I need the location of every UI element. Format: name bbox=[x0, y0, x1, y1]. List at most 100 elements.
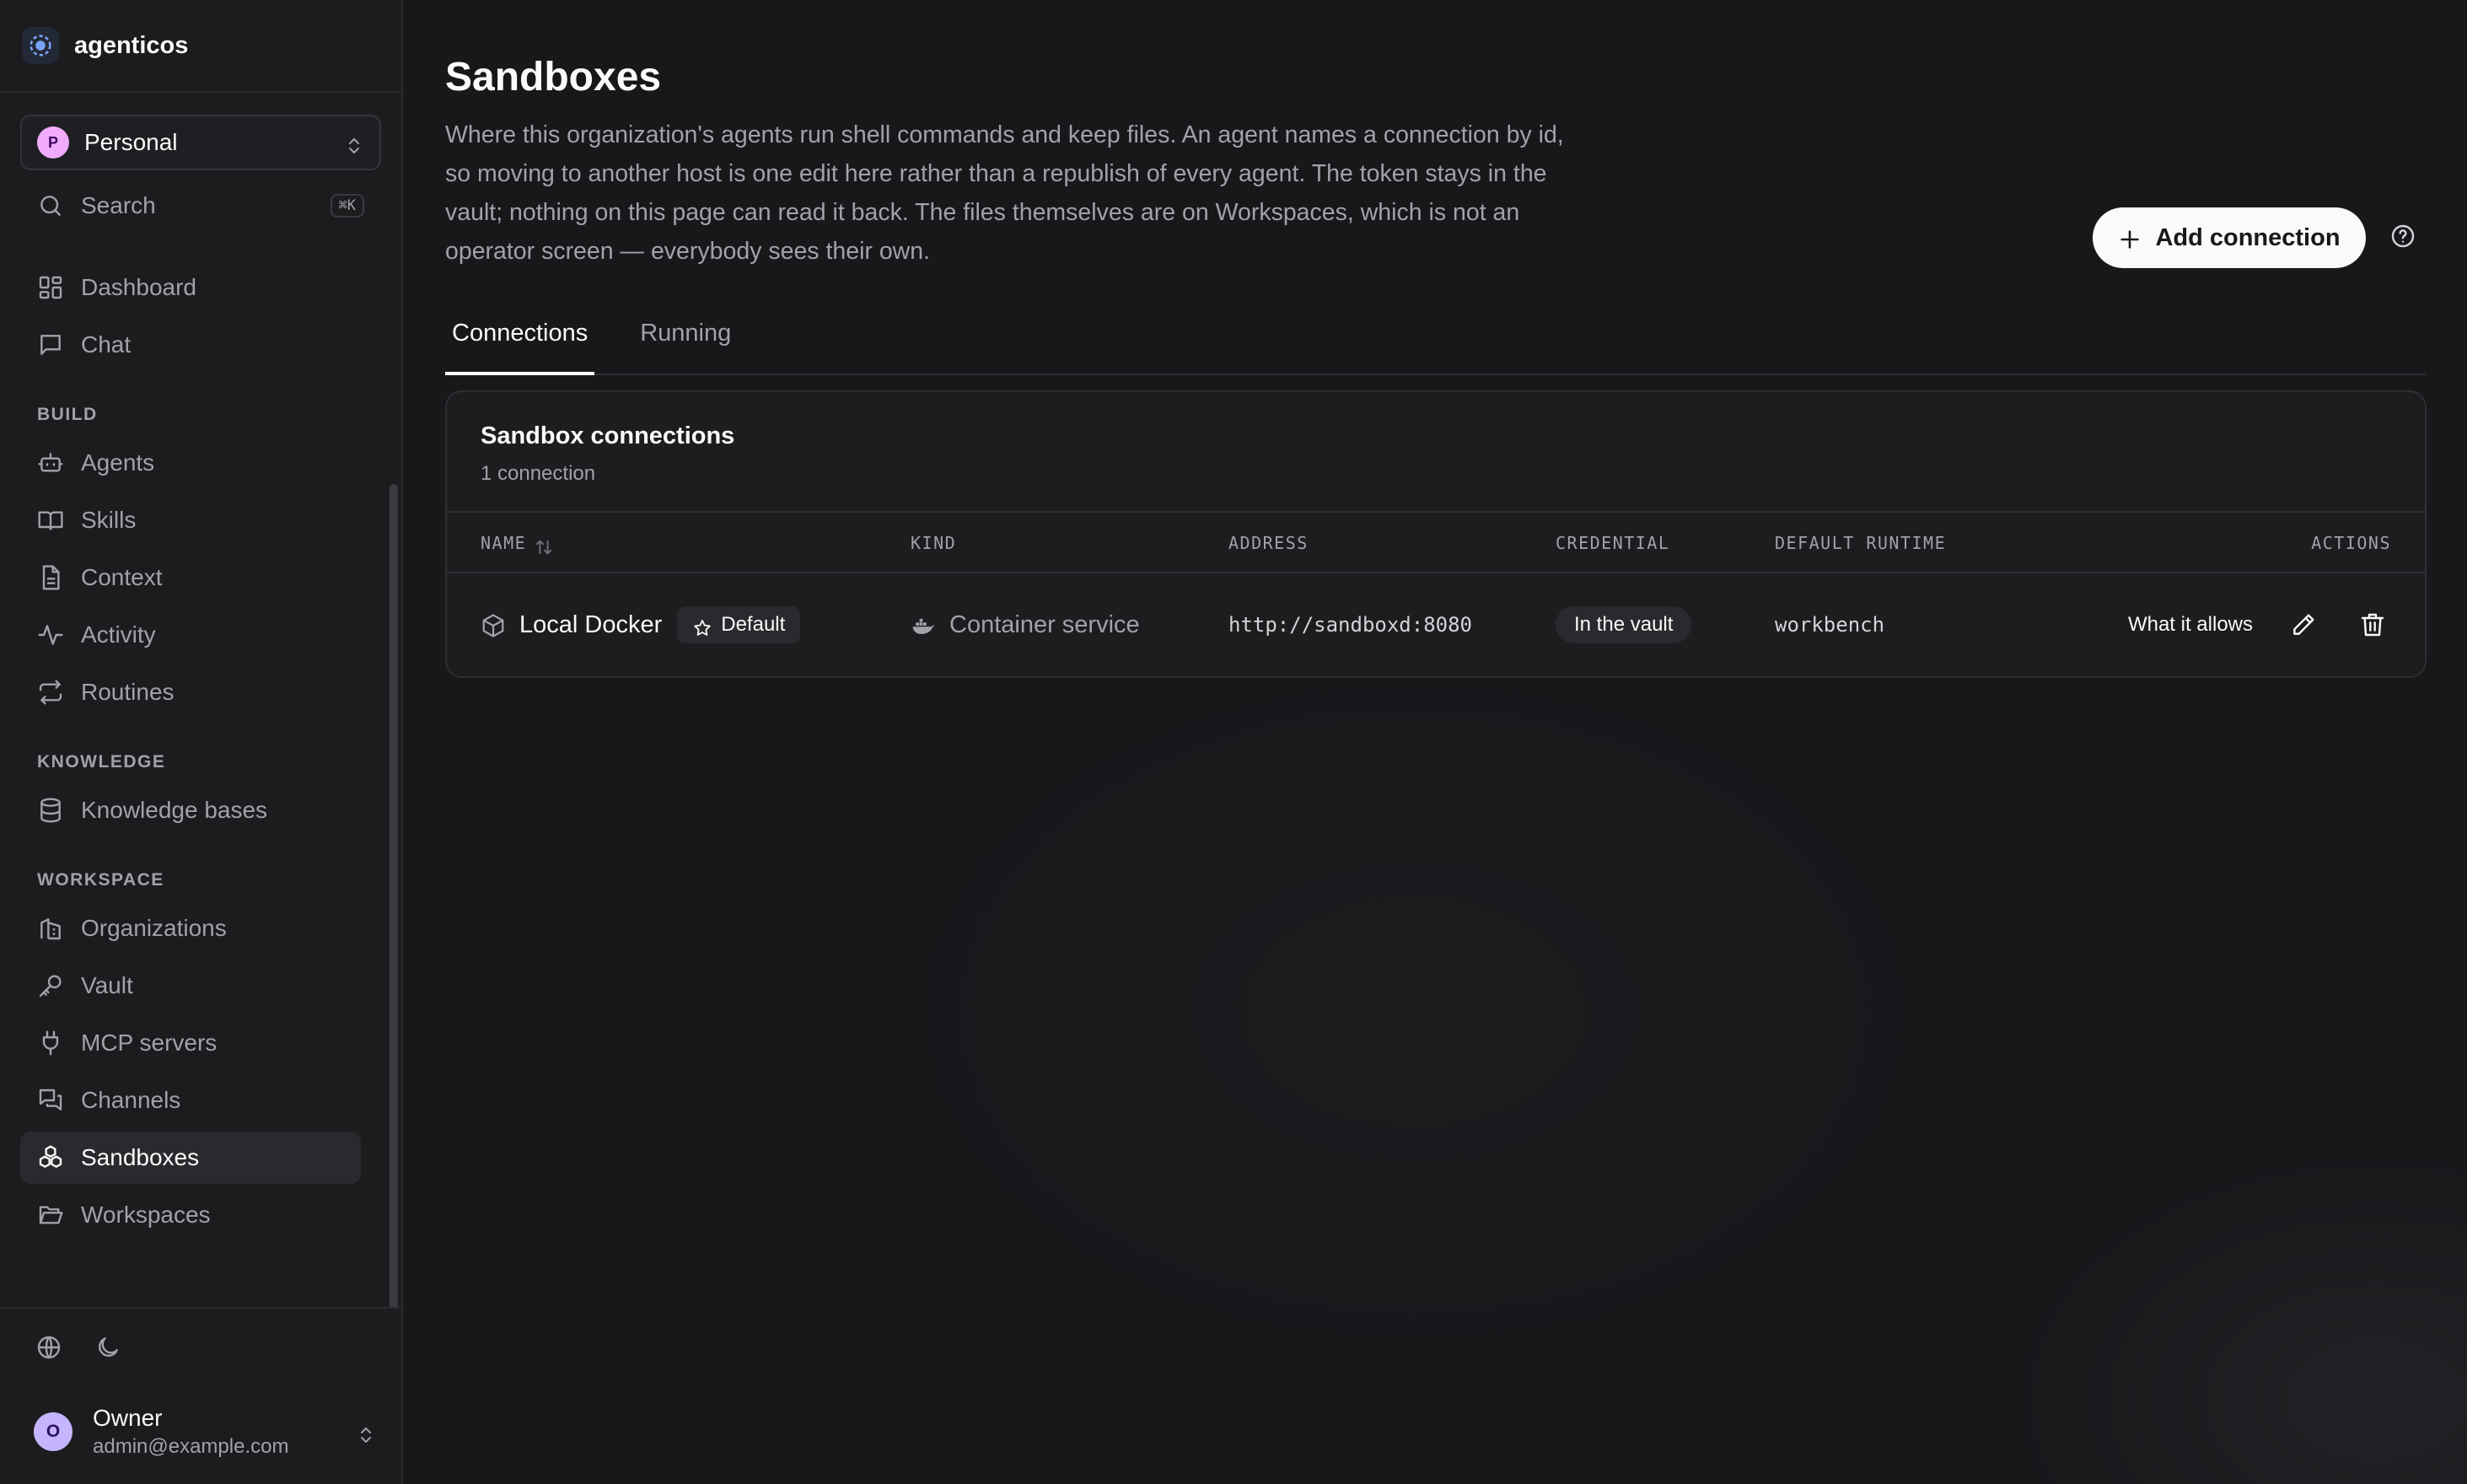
sidebar-item-label: MCP servers bbox=[81, 1030, 218, 1056]
brand-name: agenticos bbox=[74, 31, 189, 59]
sidebar: agenticos P Personal Search ⌘K Dashboard bbox=[0, 0, 403, 1484]
sidebar-item-activity[interactable]: Activity bbox=[20, 609, 361, 661]
edit-button[interactable] bbox=[2285, 606, 2322, 643]
document-icon bbox=[37, 564, 64, 591]
moon-icon[interactable] bbox=[94, 1334, 121, 1361]
column-header-label: NAME bbox=[481, 533, 527, 553]
repeat-icon bbox=[37, 679, 64, 706]
add-connection-label: Add connection bbox=[2155, 223, 2341, 251]
sidebar-item-workspaces[interactable]: Workspaces bbox=[20, 1189, 361, 1241]
sidebar-item-label: Skills bbox=[81, 507, 137, 533]
sidebar-item-label: Organizations bbox=[81, 915, 227, 941]
folder-open-icon bbox=[37, 1202, 64, 1229]
sidebar-item-routines[interactable]: Routines bbox=[20, 666, 361, 718]
connection-name[interactable]: Local Docker bbox=[519, 611, 662, 639]
trash-icon bbox=[2359, 611, 2386, 638]
search-label: Search bbox=[81, 192, 156, 218]
table-row: Local Docker Default Container service h… bbox=[447, 573, 2425, 676]
user-menu[interactable]: O Owner admin@example.com bbox=[34, 1405, 376, 1459]
sidebar-item-mcp-servers[interactable]: MCP servers bbox=[20, 1017, 361, 1069]
column-header-credential: CREDENTIAL bbox=[1556, 533, 1670, 553]
docker-whale-icon bbox=[911, 612, 936, 637]
org-name: Personal bbox=[84, 129, 178, 155]
tabs: Connections Running bbox=[445, 315, 2427, 375]
section-heading-knowledge: KNOWLEDGE bbox=[37, 752, 166, 772]
sidebar-item-knowledge-bases[interactable]: Knowledge bases bbox=[20, 784, 361, 836]
sidebar-item-sandboxes[interactable]: Sandboxes bbox=[20, 1132, 361, 1184]
help-circle-icon[interactable] bbox=[2389, 223, 2416, 250]
delete-button[interactable] bbox=[2354, 606, 2391, 643]
sidebar-item-skills[interactable]: Skills bbox=[20, 494, 361, 546]
sidebar-item-label: Activity bbox=[81, 621, 156, 648]
sidebar-item-label: Knowledge bases bbox=[81, 797, 268, 823]
section-heading-workspace: WORKSPACE bbox=[37, 870, 164, 890]
chevrons-up-down-icon bbox=[344, 132, 364, 153]
building-icon bbox=[37, 915, 64, 942]
chat-icon bbox=[37, 331, 64, 358]
card-title: Sandbox connections bbox=[481, 422, 735, 449]
star-icon bbox=[692, 615, 712, 636]
sidebar-item-organizations[interactable]: Organizations bbox=[20, 902, 361, 954]
column-header-kind: KIND bbox=[911, 533, 957, 553]
sidebar-item-label: Chat bbox=[81, 331, 132, 358]
cell-name: Local Docker Default bbox=[481, 573, 801, 676]
activity-icon bbox=[37, 621, 64, 648]
page-description: Where this organization's agents run she… bbox=[445, 121, 1564, 265]
avatar: O bbox=[34, 1412, 73, 1451]
cell-actions: What it allows bbox=[2128, 573, 2391, 676]
robot-icon bbox=[37, 449, 64, 476]
user-email: admin@example.com bbox=[93, 1435, 289, 1458]
sidebar-item-label: Vault bbox=[81, 972, 133, 998]
sidebar-item-vault[interactable]: Vault bbox=[20, 960, 361, 1012]
messages-icon bbox=[37, 1087, 64, 1114]
card-header: Sandbox connections 1 connection bbox=[447, 392, 2425, 513]
org-avatar: P bbox=[37, 126, 69, 159]
section-heading-build: BUILD bbox=[37, 405, 98, 424]
column-header-name[interactable]: NAME bbox=[481, 513, 553, 573]
user-info: Owner admin@example.com bbox=[93, 1405, 356, 1459]
sidebar-item-channels[interactable]: Channels bbox=[20, 1074, 361, 1126]
default-badge: Default bbox=[677, 606, 801, 643]
sidebar-footer: O Owner admin@example.com bbox=[0, 1307, 401, 1484]
globe-icon[interactable] bbox=[35, 1334, 62, 1361]
sidebar-item-label: Routines bbox=[81, 679, 175, 705]
tab-connections[interactable]: Connections bbox=[445, 315, 595, 375]
org-switcher[interactable]: P Personal bbox=[20, 115, 381, 170]
sandbox-connections-card: Sandbox connections 1 connection NAME KI… bbox=[445, 390, 2427, 678]
pencil-icon bbox=[2290, 611, 2317, 638]
dashboard-icon bbox=[37, 274, 64, 301]
connection-address: http://sandboxd:8080 bbox=[1228, 613, 1472, 637]
default-runtime: workbench bbox=[1775, 613, 1885, 637]
sort-icon bbox=[535, 534, 553, 555]
sidebar-item-agents[interactable]: Agents bbox=[20, 437, 361, 489]
sidebar-item-chat[interactable]: Chat bbox=[20, 319, 361, 371]
plus-icon bbox=[2118, 226, 2142, 250]
add-connection-button[interactable]: Add connection bbox=[2093, 207, 2366, 268]
sidebar-scrollbar[interactable] bbox=[390, 484, 398, 1307]
sidebar-item-label: Context bbox=[81, 564, 163, 590]
column-header-actions: ACTIONS bbox=[2311, 533, 2391, 553]
chevrons-up-down-icon bbox=[356, 1422, 376, 1443]
box-icon bbox=[481, 612, 506, 637]
sidebar-item-label: Workspaces bbox=[81, 1202, 211, 1228]
sidebar-item-dashboard[interactable]: Dashboard bbox=[20, 261, 361, 314]
search-button[interactable]: Search ⌘K bbox=[20, 180, 381, 231]
tab-running[interactable]: Running bbox=[633, 315, 738, 375]
app: agenticos P Personal Search ⌘K Dashboard bbox=[0, 0, 2467, 1484]
cell-credential: In the vault bbox=[1556, 573, 1692, 676]
sidebar-item-label: Sandboxes bbox=[81, 1144, 200, 1170]
connection-kind: Container service bbox=[949, 610, 1140, 638]
main-content: Sandboxes Where this organization's agen… bbox=[403, 0, 2467, 1484]
column-header-runtime: DEFAULT RUNTIME bbox=[1775, 533, 1947, 553]
preference-buttons bbox=[20, 1309, 381, 1361]
column-header-address: ADDRESS bbox=[1228, 533, 1309, 553]
what-it-allows-link[interactable]: What it allows bbox=[2128, 613, 2253, 637]
credential-badge: In the vault bbox=[1556, 606, 1692, 643]
sidebar-item-context[interactable]: Context bbox=[20, 551, 361, 604]
brand[interactable]: agenticos bbox=[0, 0, 401, 93]
database-icon bbox=[37, 797, 64, 824]
search-shortcut: ⌘K bbox=[330, 194, 364, 218]
sidebar-item-label: Channels bbox=[81, 1087, 181, 1113]
brand-logo-icon bbox=[22, 27, 59, 64]
sidebar-nav: Dashboard Chat BUILD Agents Skills Conte… bbox=[0, 231, 401, 1307]
